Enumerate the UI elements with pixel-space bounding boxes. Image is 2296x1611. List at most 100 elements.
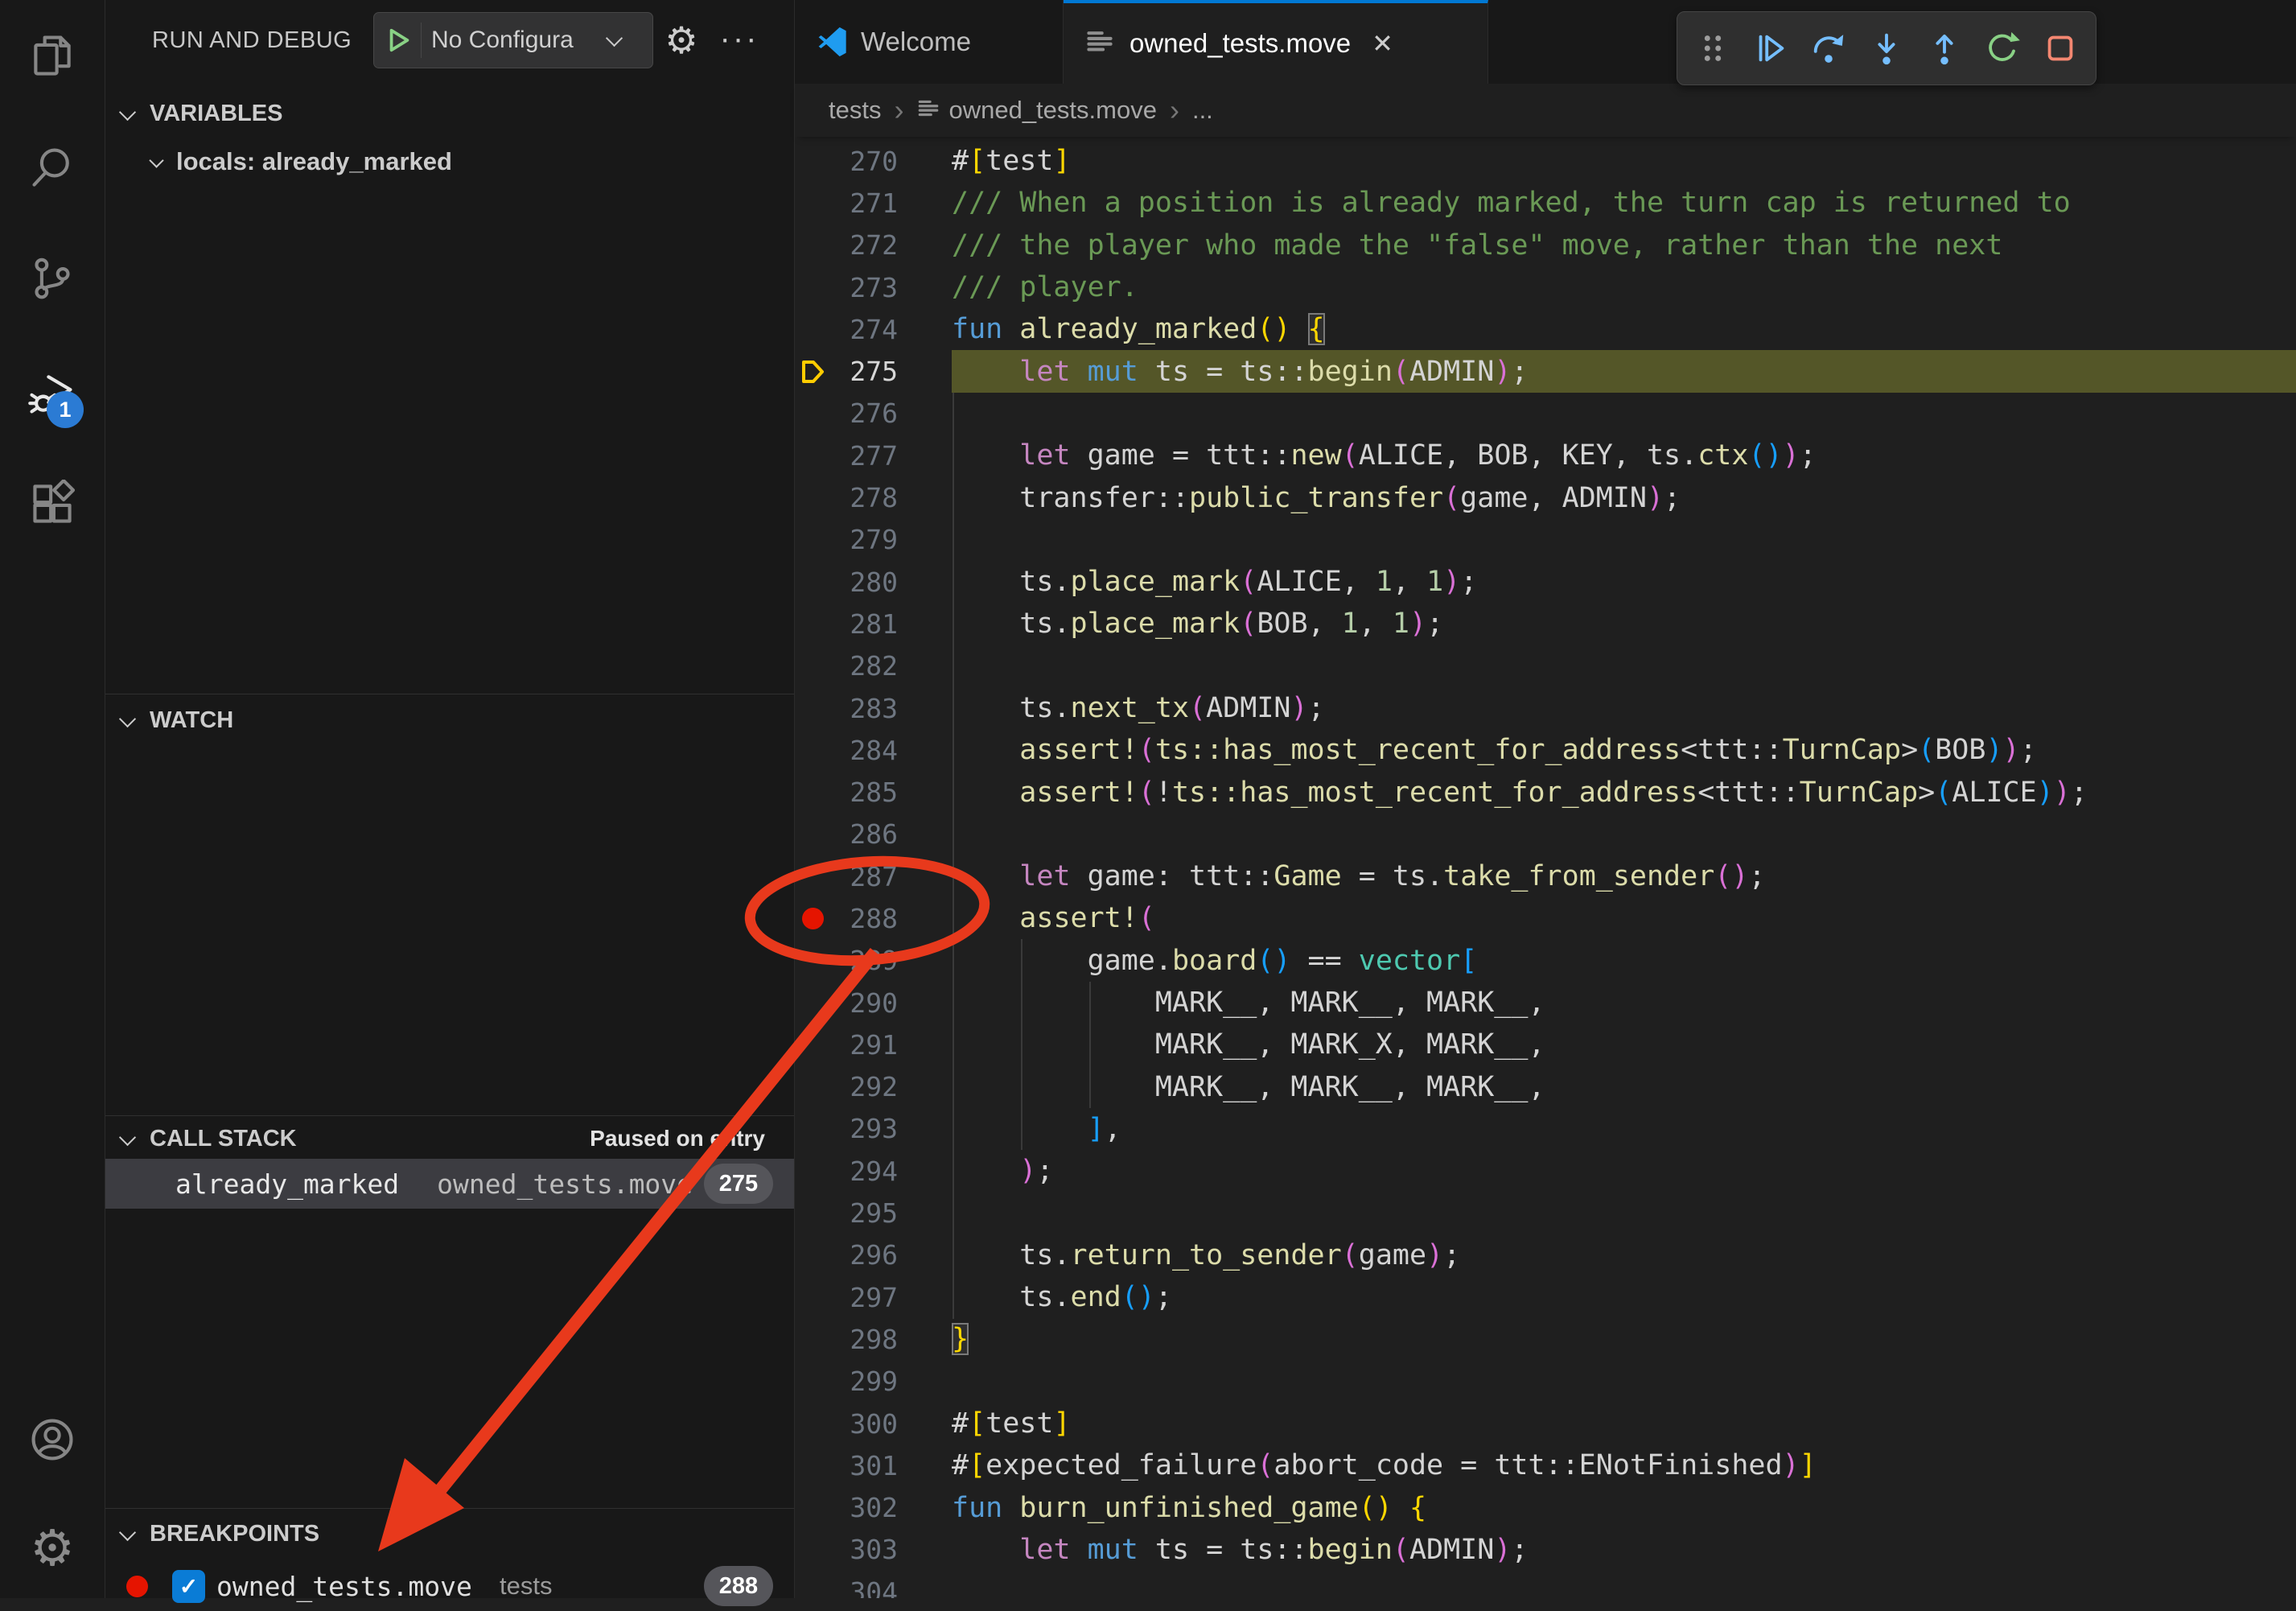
variables-section-header[interactable]: VARIABLES xyxy=(105,90,794,137)
line-number[interactable]: 271 xyxy=(830,187,898,219)
watch-section-header[interactable]: WATCH xyxy=(105,694,794,746)
code-line[interactable]: 304 xyxy=(795,1571,2296,1598)
close-icon[interactable]: ✕ xyxy=(1372,28,1393,59)
gutter[interactable] xyxy=(795,982,830,1024)
code-text[interactable]: let game = ttt::new(ALICE, BOB, KEY, ts.… xyxy=(952,435,2296,476)
line-number[interactable]: 270 xyxy=(830,146,898,177)
locals-scope-row[interactable]: locals: already_marked xyxy=(105,138,794,185)
code-text[interactable]: let mut ts = ts::begin(ADMIN); xyxy=(952,1529,2296,1571)
explorer-icon[interactable] xyxy=(27,30,78,81)
debug-settings-gear-icon[interactable]: ⚙ xyxy=(659,0,704,80)
line-number[interactable]: 304 xyxy=(830,1576,898,1598)
step-out-button[interactable] xyxy=(1922,23,1967,74)
code-line[interactable]: 278 transfer::public_transfer(game, ADMI… xyxy=(795,476,2296,518)
gutter[interactable] xyxy=(795,855,830,897)
code-line[interactable]: 301 #[expected_failure(abort_code = ttt::… xyxy=(795,1444,2296,1486)
code-text[interactable]: /// player. xyxy=(952,266,2296,308)
code-text[interactable] xyxy=(952,645,2296,687)
line-number[interactable]: 278 xyxy=(830,482,898,513)
code-line[interactable]: 294 ); xyxy=(795,1150,2296,1192)
more-actions-icon[interactable]: ··· xyxy=(717,0,762,77)
gutter[interactable] xyxy=(795,1108,830,1150)
code-text[interactable] xyxy=(952,1571,2296,1598)
line-number[interactable]: 286 xyxy=(830,818,898,850)
code-text[interactable] xyxy=(952,393,2296,435)
line-number[interactable]: 283 xyxy=(830,693,898,724)
code-text[interactable]: game.board() == vector[ xyxy=(952,940,2296,982)
code-text[interactable] xyxy=(952,1192,2296,1234)
code-line[interactable]: 283 ts.next_tx(ADMIN); xyxy=(795,687,2296,729)
gutter[interactable] xyxy=(795,225,830,266)
settings-gear-icon[interactable]: ⚙ xyxy=(27,1523,78,1575)
gutter[interactable] xyxy=(795,1234,830,1276)
code-line[interactable]: 280 ts.place_mark(ALICE, 1, 1); xyxy=(795,561,2296,603)
gutter[interactable] xyxy=(795,476,830,518)
code-line[interactable]: 297 ts.end(); xyxy=(795,1276,2296,1318)
code-line[interactable]: 293 ], xyxy=(795,1108,2296,1150)
gutter[interactable] xyxy=(795,435,830,476)
line-number[interactable]: 281 xyxy=(830,608,898,640)
code-text[interactable]: assert!(!ts::has_most_recent_for_address… xyxy=(952,771,2296,813)
gutter[interactable] xyxy=(795,1403,830,1444)
code-line[interactable]: 303 let mut ts = ts::begin(ADMIN); xyxy=(795,1529,2296,1571)
code-line[interactable]: 272/// the player who made the "false" m… xyxy=(795,225,2296,266)
code-text[interactable]: transfer::public_transfer(game, ADMIN); xyxy=(952,476,2296,518)
code-line[interactable]: 296 ts.return_to_sender(game); xyxy=(795,1234,2296,1276)
line-number[interactable]: 290 xyxy=(830,987,898,1019)
code-text[interactable]: MARK__, MARK__, MARK__, xyxy=(952,1066,2296,1108)
gutter[interactable] xyxy=(795,645,830,687)
line-number[interactable]: 287 xyxy=(830,861,898,892)
line-number[interactable]: 279 xyxy=(830,524,898,555)
launch-config-dropdown[interactable]: No Configura xyxy=(373,12,653,68)
gutter[interactable] xyxy=(795,393,830,435)
code-line[interactable]: 270 #[test] xyxy=(795,140,2296,182)
line-number[interactable]: 285 xyxy=(830,777,898,808)
code-text[interactable]: assert!( xyxy=(952,897,2296,939)
code-line[interactable]: 282 xyxy=(795,645,2296,687)
code-line[interactable]: 273/// player. xyxy=(795,266,2296,308)
gutter[interactable] xyxy=(795,1318,830,1360)
code-text[interactable]: #[test] xyxy=(952,140,2296,182)
code-text[interactable]: #[expected_failure(abort_code = ttt::ENo… xyxy=(952,1444,2296,1486)
code-text[interactable]: } xyxy=(952,1318,2296,1360)
line-number[interactable]: 289 xyxy=(830,945,898,976)
gutter[interactable] xyxy=(795,1066,830,1108)
code-text[interactable]: #[test] xyxy=(952,1403,2296,1444)
code-line[interactable]: 281 ts.place_mark(BOB, 1, 1); xyxy=(795,603,2296,645)
gutter[interactable] xyxy=(795,1192,830,1234)
code-text[interactable]: let mut ts = ts::begin(ADMIN); xyxy=(952,350,2296,392)
line-number[interactable]: 276 xyxy=(830,398,898,429)
code-line[interactable]: 295 xyxy=(795,1192,2296,1234)
gutter[interactable] xyxy=(795,729,830,771)
code-line[interactable]: 291 MARK__, MARK_X, MARK__, xyxy=(795,1024,2296,1065)
code-line[interactable]: 300#[test] xyxy=(795,1403,2296,1444)
breakpoint-gutter[interactable] xyxy=(795,897,830,939)
code-line[interactable]: 299 xyxy=(795,1361,2296,1403)
line-number[interactable]: 282 xyxy=(830,650,898,682)
gutter[interactable] xyxy=(795,1529,830,1571)
line-number[interactable]: 299 xyxy=(830,1366,898,1397)
stack-frame-row[interactable]: already_marked owned_tests.move 275 xyxy=(105,1159,794,1209)
gutter[interactable] xyxy=(795,561,830,603)
breakpoint-row[interactable]: ✓ owned_tests.move tests 288 xyxy=(105,1561,794,1611)
code-text[interactable]: MARK__, MARK__, MARK__, xyxy=(952,982,2296,1024)
gutter[interactable] xyxy=(795,140,830,182)
code-text[interactable] xyxy=(952,1361,2296,1403)
toolbar-drag-handle[interactable] xyxy=(1690,23,1735,74)
gutter[interactable] xyxy=(795,1276,830,1318)
gutter[interactable] xyxy=(795,940,830,982)
gutter[interactable] xyxy=(795,519,830,561)
line-number[interactable]: 301 xyxy=(830,1450,898,1481)
gutter[interactable] xyxy=(795,603,830,645)
code-line[interactable]: 279 xyxy=(795,519,2296,561)
code-text[interactable]: ts.place_mark(BOB, 1, 1); xyxy=(952,603,2296,645)
line-number[interactable]: 292 xyxy=(830,1071,898,1102)
extensions-icon[interactable] xyxy=(27,478,78,529)
gutter[interactable] xyxy=(795,1024,830,1065)
breadcrumb-item-file[interactable]: owned_tests.move xyxy=(948,96,1156,125)
code-line[interactable]: 284 assert!(ts::has_most_recent_for_addr… xyxy=(795,729,2296,771)
search-icon[interactable] xyxy=(27,142,78,194)
code-line[interactable]: 290 MARK__, MARK__, MARK__, xyxy=(795,982,2296,1024)
breakpoints-section-header[interactable]: BREAKPOINTS xyxy=(105,1509,794,1559)
gutter[interactable] xyxy=(795,1571,830,1598)
